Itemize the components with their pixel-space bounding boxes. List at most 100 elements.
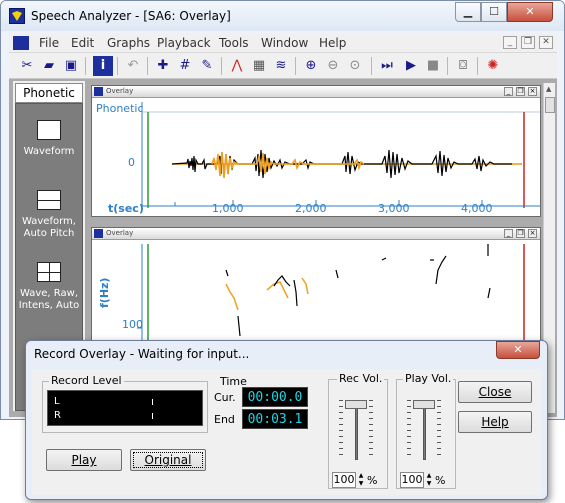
menu-help[interactable]: Help [319,36,346,50]
graph-type-icon[interactable]: ⋀ [227,56,247,76]
pane-title-bar: Overlay _ ❐ × [92,228,540,240]
overlay-waveform [211,151,365,179]
rec-vol-thumb[interactable] [345,400,367,409]
play-vol-slider[interactable] [413,400,435,460]
menu-bar: File Edit Graphs Playback Tools Window H… [9,33,557,53]
rec-vol-slider[interactable] [345,400,367,460]
play-to-cursor-icon[interactable]: ⏭ [377,56,397,76]
pane-minimize-button[interactable]: _ [504,229,513,238]
close-dialog-button[interactable]: Close [458,381,532,403]
record-icon[interactable]: ✺ [483,56,503,76]
play-vol-unit: % [435,474,446,487]
layout-wave-raw-intens-auto-label: Wave, Raw, Intens, Auto [18,288,80,311]
pitch-segment [435,255,447,285]
pane-icon [94,87,103,96]
rec-vol-spinner[interactable]: ▲ ▼ [357,472,365,488]
pitch-segment [487,287,491,299]
record-level-label: Record Level [49,374,124,387]
zoom-all-icon[interactable]: ⊙ [345,56,365,76]
play-vol-input[interactable]: 100 [400,472,424,488]
original-button-label: Original [144,453,192,467]
pane-close-button[interactable]: × [528,229,537,238]
pitch-segment [293,279,298,307]
pane-close-button[interactable]: × [528,87,537,96]
add-boundary-icon[interactable]: # [175,56,195,76]
menu-graphs[interactable]: Graphs [107,36,150,50]
waveform-pane[interactable]: Overlay _ ❐ × Phonetic 0 t(sec) 1,000 2,… [91,85,541,217]
pane-restore-button[interactable]: ❐ [516,229,525,238]
layout-waveform-autopitch-label: Waveform, Auto Pitch [22,216,76,239]
scroll-up-icon[interactable]: ▲ [546,85,551,93]
open-folder-icon[interactable]: ▰ [39,56,59,76]
help-button[interactable]: Help [458,411,532,433]
pane-minimize-button[interactable]: _ [504,87,513,96]
end-label: End [214,413,235,426]
save-icon[interactable]: ▣ [61,56,81,76]
document-icon[interactable] [13,36,29,50]
pane-icon [94,229,103,238]
close-button[interactable]: ✕ [507,2,553,22]
rec-vol-unit: % [367,474,378,487]
layout-waveform[interactable]: Waveform [16,120,82,158]
tape-icon[interactable]: ⌼ [453,56,473,76]
menu-file[interactable]: File [39,36,59,50]
title-bar: Speech Analyzer - [SA6: Overlay] ▁ ☐ ✕ [1,1,564,31]
overlay-graph-icon[interactable]: ≋ [271,56,291,76]
zoom-out-icon[interactable]: ⊖ [323,56,343,76]
undo-icon[interactable]: ↶ [123,56,143,76]
mdi-minimize-button[interactable]: _ [503,36,517,49]
layout-icon[interactable]: ▦ [249,56,269,76]
pitch-segment [237,315,241,337]
single-pane-icon [37,120,61,140]
minimize-button[interactable]: ▁ [455,2,481,22]
menu-window[interactable]: Window [261,36,308,50]
menu-tools[interactable]: Tools [219,36,249,50]
dialog-close-button[interactable]: ✕ [496,341,540,359]
cut-icon[interactable]: ✂ [17,56,37,76]
pitch-segment [381,257,387,261]
play-vol-group: Play Vol. 100 ▲ ▼ % [396,372,456,489]
toolbar: ✂ ▰ ▣ i ↶ ✚ # ✎ ⋀ ▦ ≋ ⊕ ⊖ ⊙ ⏭ ▶ ■ ⌼ ✺ [9,53,557,79]
scroll-thumb[interactable] [545,97,555,113]
info-icon[interactable]: i [93,56,113,76]
four-pane-icon [37,262,61,282]
level-tick [152,413,153,419]
current-time-display: 00:00.0 [242,387,308,407]
menu-playback[interactable]: Playback [157,36,211,50]
play-button[interactable]: Play [46,449,122,471]
mdi-restore-button[interactable]: ❐ [521,36,535,49]
play-vol-spinner[interactable]: ▲ ▼ [425,472,433,488]
play-icon[interactable]: ▶ [401,56,421,76]
stop-icon[interactable]: ■ [423,56,443,76]
two-pane-icon [37,190,61,210]
play-vol-ticks [437,400,441,460]
layout-waveform-autopitch[interactable]: Waveform, Auto Pitch [16,190,82,240]
rec-vol-label: Rec Vol. [337,372,385,385]
layout-wave-raw-intens-auto[interactable]: Wave, Raw, Intens, Auto [16,262,82,312]
cur-label: Cur. [214,391,236,404]
overlay-pitch-2 [266,281,289,299]
play-vol-ticks [407,400,411,460]
play-vol-thumb[interactable] [413,400,435,409]
zoom-in-icon[interactable]: ⊕ [301,56,321,76]
pane-restore-button[interactable]: ❐ [516,87,525,96]
time-group: Time Cur. End 00:00.0 00:03.1 [210,375,322,433]
play-button-label: Play [71,453,97,467]
record-overlay-dialog: Record Overlay - Waiting for input... ✕ … [25,340,548,500]
rec-vol-ticks [369,400,373,460]
maximize-button[interactable]: ☐ [481,2,507,22]
tab-phonetic[interactable]: Phonetic [15,83,83,103]
pitch-segment [335,269,339,279]
app-icon [9,8,25,24]
mdi-close-button[interactable]: ✕ [539,36,553,49]
original-button[interactable]: Original [130,449,206,471]
layout-waveform-label: Waveform [23,146,75,157]
menu-edit[interactable]: Edit [71,36,94,50]
left-channel-label: L [54,396,60,407]
play-vol-label: Play Vol. [403,372,454,385]
x-axis-ticks [174,200,483,206]
rec-vol-input[interactable]: 100 [332,472,356,488]
edit-segment-icon[interactable]: ✎ [197,56,217,76]
add-segment-icon[interactable]: ✚ [153,56,173,76]
level-tick [152,399,153,405]
